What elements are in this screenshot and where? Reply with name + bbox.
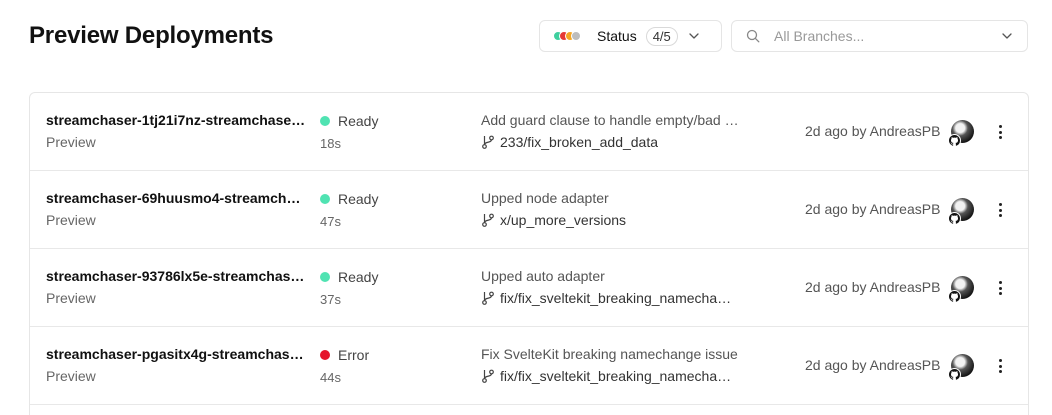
status-filter-label: Status <box>597 28 637 44</box>
branch-name: fix/fix_sveltekit_breaking_namechange <box>500 368 735 384</box>
github-icon <box>948 368 961 381</box>
git-branch[interactable]: fix/fix_sveltekit_breaking_namechange <box>481 368 735 384</box>
status-dot <box>320 116 330 126</box>
github-icon <box>948 134 961 147</box>
status-label: Ready <box>338 269 379 285</box>
page-title: Preview Deployments <box>29 22 274 49</box>
git-branch-icon <box>482 291 494 305</box>
commit-message[interactable]: Upped auto adapter <box>481 268 739 284</box>
status-label: Ready <box>338 113 379 129</box>
deployment-time-author: 2d ago by AndreasPB <box>805 279 941 295</box>
more-options-icon[interactable] <box>992 200 1008 220</box>
status-label: Error <box>338 347 370 363</box>
deployment-name[interactable]: streamchaser-1tj21i7nz-streamchaser.verc… <box>46 112 308 128</box>
deployment-name[interactable]: streamchaser-93786lx5e-streamchaser.verc… <box>46 268 308 284</box>
branch-filter-placeholder: All Branches... <box>774 28 865 44</box>
deployment-time-author: 2d ago by AndreasPB <box>805 123 941 139</box>
deployments-list: streamchaser-1tj21i7nz-streamchaser.verc… <box>29 92 1029 415</box>
deployment-row[interactable]: streamchaser-93786lx5e-streamchaser.verc… <box>30 249 1028 327</box>
more-options-icon[interactable] <box>992 278 1008 298</box>
branch-name: 233/fix_broken_add_data <box>500 134 659 150</box>
branch-filter-select[interactable]: All Branches... <box>731 20 1028 52</box>
git-branch[interactable]: 233/fix_broken_add_data <box>481 134 658 150</box>
chevron-down-icon <box>689 33 699 39</box>
github-icon <box>948 290 961 303</box>
build-duration: 37s <box>320 292 341 307</box>
branch-name: fix/fix_sveltekit_breaking_namechange <box>500 290 735 306</box>
github-icon <box>948 212 961 225</box>
build-duration: 44s <box>320 370 341 385</box>
deployment-row[interactable]: streamchaser-pgasitx4g-streamchaser.verc… <box>30 327 1028 405</box>
more-options-icon[interactable] <box>992 122 1008 142</box>
commit-message[interactable]: Upped node adapter <box>481 190 739 206</box>
deployment-status: Ready <box>320 269 378 285</box>
deployment-environment: Preview <box>46 134 96 150</box>
git-branch-icon <box>482 213 494 227</box>
git-branch-icon <box>482 369 494 383</box>
deployment-environment: Preview <box>46 212 96 228</box>
deployment-time-author: 2d ago by AndreasPB <box>805 201 941 217</box>
build-duration: 18s <box>320 136 341 151</box>
deployment-time-author: 2d ago by AndreasPB <box>805 357 941 373</box>
deployment-row[interactable]: streamchaser-69huusmo4-streamchaser.verc… <box>30 171 1028 249</box>
deployment-environment: Preview <box>46 290 96 306</box>
chevron-down-icon <box>1002 33 1012 39</box>
git-branch-icon <box>482 135 494 149</box>
status-dot <box>320 194 330 204</box>
commit-message[interactable]: Add guard clause to handle empty/bad dat… <box>481 112 739 128</box>
deployment-name[interactable]: streamchaser-69huusmo4-streamchaser.verc… <box>46 190 308 206</box>
status-filter-count: 4/5 <box>645 26 678 46</box>
commit-message[interactable]: Fix SvelteKit breaking namechange issue <box>481 346 739 362</box>
status-label: Ready <box>338 191 379 207</box>
deployment-row[interactable]: streamchaser-1tj21i7nz-streamchaser.verc… <box>30 93 1028 171</box>
status-dot <box>320 350 330 360</box>
status-dot <box>320 272 330 282</box>
branch-name: x/up_more_versions <box>500 212 627 228</box>
deployment-status: Error <box>320 347 369 363</box>
git-branch[interactable]: x/up_more_versions <box>481 212 626 228</box>
deployment-name[interactable]: streamchaser-pgasitx4g-streamchaser.verc… <box>46 346 308 362</box>
deployment-environment: Preview <box>46 368 96 384</box>
status-filter-dropdown[interactable]: Status 4/5 <box>539 20 722 52</box>
more-options-icon[interactable] <box>992 356 1008 376</box>
status-color-dots <box>553 31 587 41</box>
git-branch[interactable]: fix/fix_sveltekit_breaking_namechange <box>481 290 735 306</box>
deployment-status: Ready <box>320 191 378 207</box>
status-dot <box>571 31 581 41</box>
deployment-status: Ready <box>320 113 378 129</box>
build-duration: 47s <box>320 214 341 229</box>
search-icon <box>746 29 760 43</box>
